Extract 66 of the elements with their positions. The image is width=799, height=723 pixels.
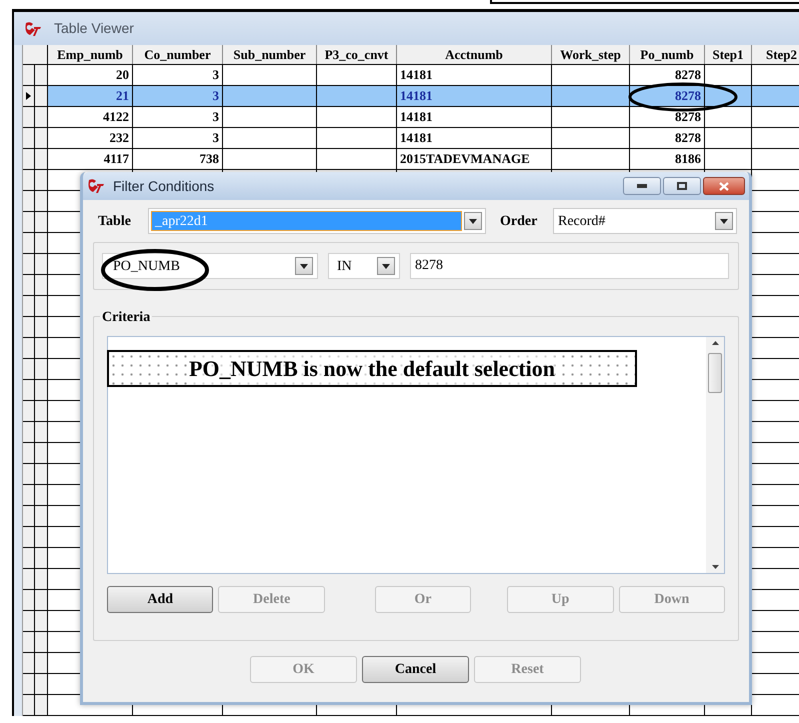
scroll-down-icon xyxy=(712,565,718,569)
table-label: Table xyxy=(98,212,132,230)
window-title: Table Viewer xyxy=(54,19,134,38)
column-header[interactable]: Emp_numb xyxy=(48,45,133,64)
maximize-button[interactable] xyxy=(663,177,701,195)
order-dropdown[interactable]: Record# xyxy=(553,208,737,234)
app-icon xyxy=(24,20,42,36)
close-button[interactable] xyxy=(703,177,745,195)
table-cell: 2015TADEVMANAGE xyxy=(400,151,530,166)
dropdown-button[interactable] xyxy=(377,257,395,275)
caret-icon xyxy=(720,218,728,224)
dropdown-button[interactable] xyxy=(715,212,733,230)
table-cell: 8278 xyxy=(675,130,701,145)
column-header[interactable]: Co_number xyxy=(133,45,223,64)
column-header[interactable]: Sub_number xyxy=(223,45,317,64)
caret-icon xyxy=(382,264,390,268)
order-label: Order xyxy=(500,212,538,230)
table-cell: 3 xyxy=(212,130,219,145)
table-cell: 8278 xyxy=(675,67,701,82)
table-row[interactable]: 4122 3 14181 8278 xyxy=(23,107,799,128)
row-pointer-icon xyxy=(26,92,31,100)
table-cell: 3 xyxy=(212,67,219,82)
column-header[interactable]: P3_co_cnvt xyxy=(317,45,397,64)
column-header[interactable]: Po_numb xyxy=(630,45,705,64)
minimize-button[interactable] xyxy=(623,177,661,195)
column-header[interactable]: Acctnumb xyxy=(397,45,552,64)
scrollbar[interactable] xyxy=(706,337,724,573)
table-cell: 20 xyxy=(116,67,129,82)
dropdown-button[interactable] xyxy=(464,212,482,230)
scroll-up-icon xyxy=(712,341,718,345)
column-header[interactable]: Step1 xyxy=(705,45,752,64)
operator-dropdown[interactable]: IN xyxy=(328,253,400,279)
table-row[interactable]: 21 3 14181 8278 xyxy=(23,86,799,107)
dialog-button[interactable]: Add xyxy=(107,586,214,613)
table-row[interactable]: 232 3 14181 8278 xyxy=(23,128,799,149)
callout-text: PO_NUMB is now the default selection xyxy=(188,352,556,385)
scroll-thumb[interactable] xyxy=(708,353,722,393)
column-header[interactable]: Work_step xyxy=(552,45,630,64)
table-cell: 14181 xyxy=(400,67,432,82)
table-cell: 4122 xyxy=(103,109,129,124)
table-cell: 8278 xyxy=(675,109,701,124)
table-cell: 8278 xyxy=(675,88,701,103)
table-cell: 3 xyxy=(212,88,219,103)
dialog-title: Filter Conditions xyxy=(113,176,216,196)
column-header[interactable]: Step2 xyxy=(752,45,799,64)
caret-icon xyxy=(300,264,308,268)
table-cell: 8186 xyxy=(675,151,701,166)
maximize-icon xyxy=(677,182,687,190)
dialog-button[interactable]: Cancel xyxy=(362,656,469,683)
table-cell: 3 xyxy=(212,109,219,124)
table-row[interactable]: 20 3 14181 8278 xyxy=(23,65,799,86)
table-cell: 21 xyxy=(116,88,129,103)
table-cell: 14181 xyxy=(400,88,432,103)
table-row[interactable]: 4117 738 2015TADEVMANAGE 8186 xyxy=(23,149,799,170)
table-cell: 4117 xyxy=(104,151,129,166)
close-icon xyxy=(719,182,729,190)
dropdown-button[interactable] xyxy=(295,257,313,275)
table-cell: 232 xyxy=(110,130,129,145)
table-cell: 14181 xyxy=(400,109,432,124)
field-dropdown[interactable]: PO_NUMB xyxy=(102,253,318,279)
value-field[interactable]: 8278 xyxy=(410,253,729,279)
caret-icon xyxy=(469,218,477,224)
app-icon xyxy=(87,178,105,194)
minimize-icon xyxy=(637,184,647,188)
table-cell: 738 xyxy=(200,151,219,166)
table-cell: 14181 xyxy=(400,130,432,145)
